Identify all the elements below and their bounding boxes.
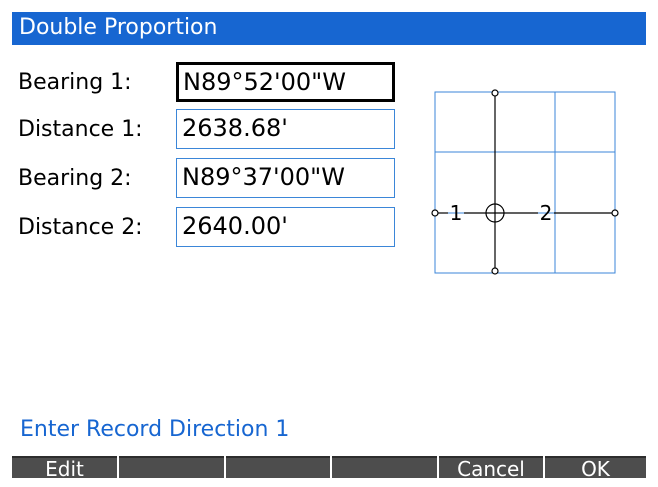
cancel-softkey[interactable]: Cancel — [439, 456, 543, 478]
bottom-point — [491, 267, 499, 275]
softkey-4[interactable] — [332, 456, 437, 478]
softkey-3[interactable] — [226, 456, 330, 478]
left-point — [431, 209, 439, 217]
double-proportion-diagram: 1 2 — [431, 89, 619, 275]
right-point — [611, 209, 619, 217]
edit-softkey[interactable]: Edit — [12, 456, 117, 478]
softkey-2[interactable] — [119, 456, 224, 478]
bearing-1-label: Bearing 1: — [18, 70, 132, 95]
distance-1-field[interactable]: 2638.68' — [176, 109, 395, 149]
softkey-bar: Edit Cancel OK — [12, 456, 646, 478]
distance-2-field[interactable]: 2640.00' — [176, 207, 395, 247]
top-point — [491, 89, 499, 97]
calculator-screen: Double Proportion Bearing 1: N89°52'00"W… — [12, 12, 646, 478]
segment-2-label: 2 — [540, 201, 553, 225]
bearing-1-field[interactable]: N89°52'00"W — [176, 62, 395, 102]
app-title: Double Proportion — [19, 15, 218, 40]
segment-1-label: 1 — [450, 201, 463, 225]
distance-1-label: Distance 1: — [18, 117, 143, 142]
ok-softkey[interactable]: OK — [545, 456, 646, 478]
bearing-2-field[interactable]: N89°37'00"W — [176, 158, 395, 198]
diagram-grid — [434, 91, 616, 274]
status-message: Enter Record Direction 1 — [20, 417, 290, 442]
title-bar: Double Proportion — [12, 12, 646, 45]
bearing-2-label: Bearing 2: — [18, 166, 132, 191]
distance-2-label: Distance 2: — [18, 215, 143, 240]
